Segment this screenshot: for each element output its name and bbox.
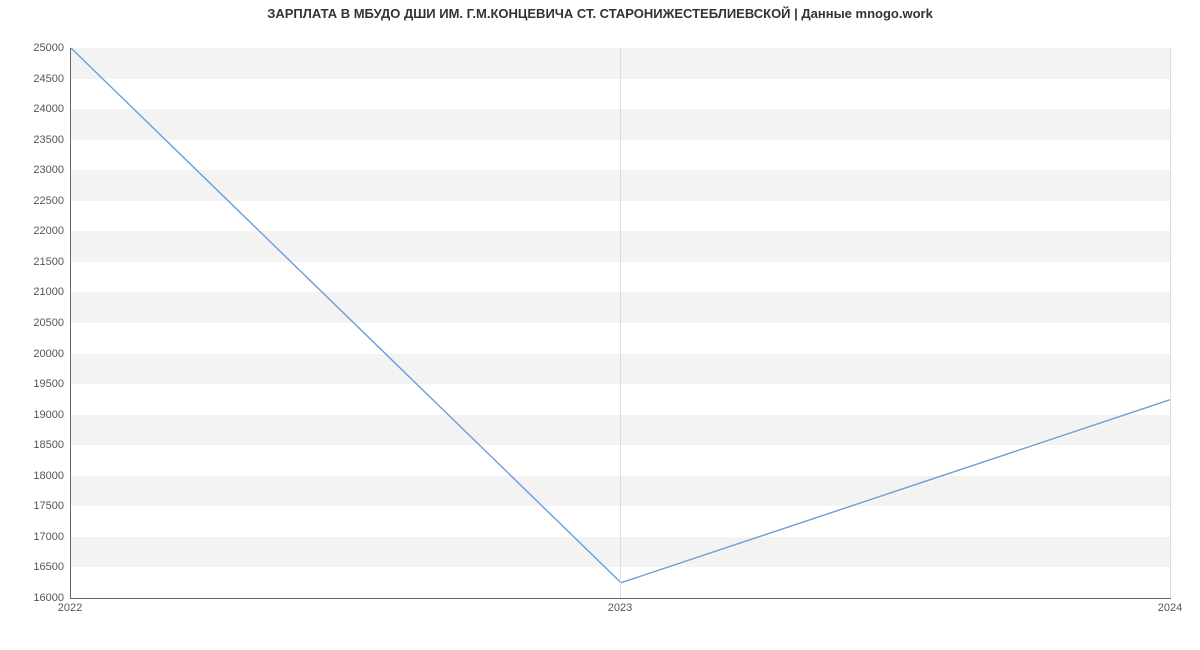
y-tick-label: 22500	[8, 195, 64, 207]
x-tick-label: 2022	[58, 602, 82, 614]
y-tick-label: 20000	[8, 348, 64, 360]
y-tick-label: 23500	[8, 134, 64, 146]
y-tick-label: 22000	[8, 225, 64, 237]
y-tick-label: 16500	[8, 561, 64, 573]
y-tick-label: 16000	[8, 592, 64, 604]
x-gridline	[620, 48, 621, 598]
y-tick-label: 24000	[8, 103, 64, 115]
x-tick-label: 2024	[1158, 602, 1182, 614]
x-gridline	[1170, 48, 1171, 598]
y-tick-label: 21500	[8, 256, 64, 268]
y-tick-label: 17000	[8, 531, 64, 543]
y-tick-label: 19500	[8, 378, 64, 390]
y-tick-label: 25000	[8, 42, 64, 54]
y-tick-label: 20500	[8, 317, 64, 329]
x-tick-label: 2023	[608, 602, 632, 614]
y-tick-label: 19000	[8, 409, 64, 421]
y-tick-label: 24500	[8, 73, 64, 85]
line-layer	[71, 48, 1171, 598]
series-line	[71, 48, 1171, 583]
chart-title: ЗАРПЛАТА В МБУДО ДШИ ИМ. Г.М.КОНЦЕВИЧА С…	[0, 6, 1200, 21]
y-tick-label: 17500	[8, 500, 64, 512]
y-tick-label: 18500	[8, 439, 64, 451]
y-tick-label: 23000	[8, 164, 64, 176]
y-tick-label: 18000	[8, 470, 64, 482]
y-tick-label: 21000	[8, 286, 64, 298]
chart-container: ЗАРПЛАТА В МБУДО ДШИ ИМ. Г.М.КОНЦЕВИЧА С…	[0, 0, 1200, 650]
